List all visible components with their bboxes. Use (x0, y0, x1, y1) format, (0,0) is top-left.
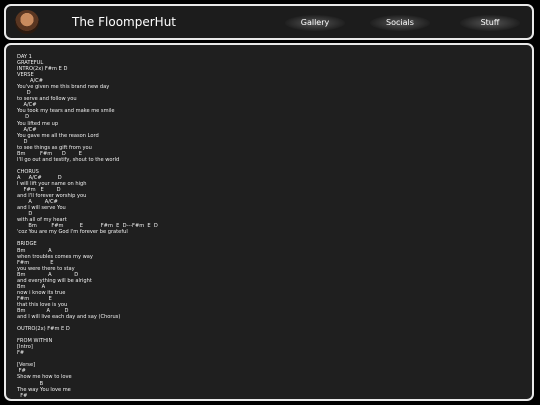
song-lyrics: DAY 1 GRATEFUL INTRO(2x) F#m E D VERSE A… (17, 54, 158, 399)
content-panel: DAY 1 GRATEFUL INTRO(2x) F#m E D VERSE A… (4, 43, 534, 401)
site-title[interactable]: The FloomperHut (72, 15, 176, 29)
site-header: The FloomperHut Gallery Socials Stuff (4, 4, 534, 40)
nav-stuff[interactable]: Stuff (460, 15, 520, 31)
nav-gallery[interactable]: Gallery (285, 15, 345, 31)
avatar-logo[interactable] (15, 10, 39, 34)
nav-socials[interactable]: Socials (370, 15, 430, 31)
